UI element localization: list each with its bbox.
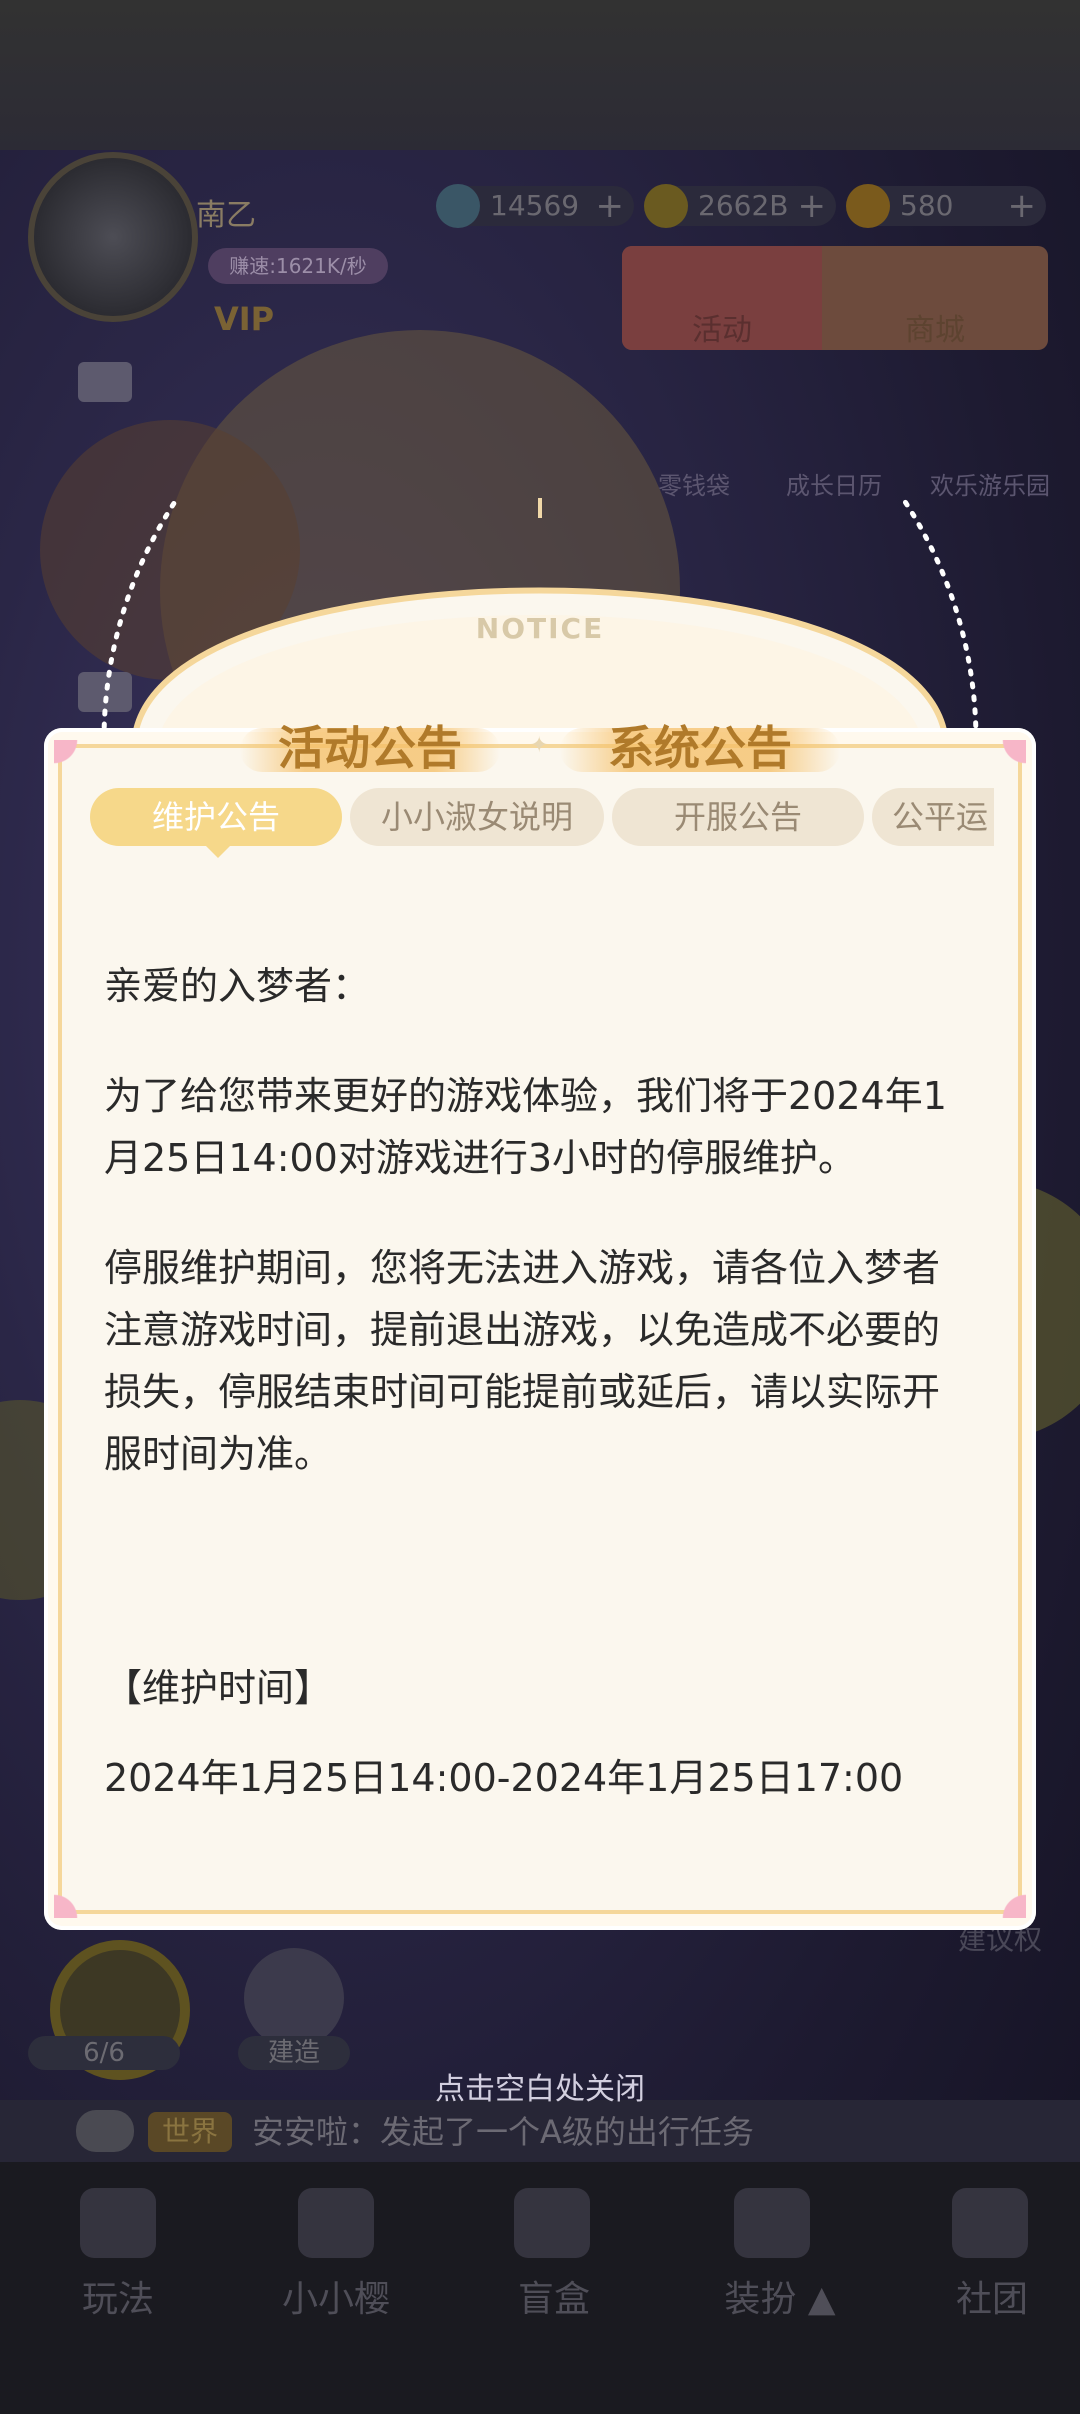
tab-activity-notice[interactable]: 活动公告 [240,712,500,784]
star-counter[interactable]: 580 + [846,184,1046,228]
add-star-icon[interactable]: + [1008,186,1037,226]
tab-label: 系统公告 [608,721,792,775]
hammer-icon[interactable] [244,1948,344,2048]
add-gem-icon[interactable]: + [596,186,625,226]
cup-icon [952,2188,1028,2258]
chat-bar[interactable]: 世界 安安啦：发起了一个A级的出行任务 [0,2100,1080,2162]
vip-badge[interactable]: VIP [214,300,274,338]
close-hint[interactable]: 点击空白处关闭 [0,2064,1080,2108]
tab-label: 活动公告 [278,721,462,775]
greeting: 亲爱的入梦者： [104,964,371,1008]
shortcut-calendar[interactable]: 成长日历 [786,466,882,501]
shortcut-wallet[interactable]: 零钱袋 [658,466,730,501]
paragraph-2: 停服维护期间，您将无法进入游戏，请各位入梦者注意游戏时间，提前退出游戏，以免造成… [104,1246,941,1476]
status-area [0,0,1080,150]
sakura-icon [298,2188,374,2258]
notice-content: 亲爱的入梦者： 为了给您带来更好的游戏体验，我们将于2024年1月25日14:0… [104,955,984,1809]
player-name: 南乙 [196,198,256,233]
sub-tab-fair-play[interactable]: 公平运 [872,788,994,846]
add-coin-icon[interactable]: + [798,186,827,226]
sub-tab-bar[interactable]: 维护公告 小小淑女说明 开服公告 公平运 [88,788,994,848]
coin-value: 2662B [698,189,789,222]
active-tab-pointer [206,846,230,858]
corner-decoration [986,1878,1026,1918]
nav-blind-box[interactable]: 盲盒 [474,2270,634,2322]
coin-counter[interactable]: 2662B + [644,184,836,228]
sub-tab-lady-guide[interactable]: 小小淑女说明 [350,788,604,846]
mail-icon[interactable] [78,362,132,402]
corner-decoration [54,1878,94,1918]
avatar[interactable] [28,152,198,322]
shortcut-park[interactable]: 欢乐游乐园 [930,466,1050,501]
star-value: 580 [900,189,954,222]
nav-sakura[interactable]: 小小樱 [256,2270,416,2322]
bottom-nav: 玩法 小小樱 盲盒 装扮 ▲ 社团 [0,2162,1080,2414]
chat-icon[interactable] [76,2110,134,2152]
corner-decoration [54,740,94,780]
chat-channel-tag: 世界 [148,2112,232,2152]
nav-club[interactable]: 社团 [912,2270,1072,2322]
maintenance-time: 2024年1月25日14:00-2024年1月25日17:00 [104,1756,904,1800]
corner-decoration [986,740,1026,780]
gem-counter[interactable]: 14569 + [436,184,634,228]
dress-up-icon [734,2188,810,2258]
tab-system-notice[interactable]: 系统公告 [560,712,840,784]
sub-tab-server-open[interactable]: 开服公告 [612,788,864,846]
nav-dress-up[interactable]: 装扮 ▲ [700,2270,860,2322]
sparkle-icon: ✦ [530,733,549,758]
blind-box-icon [514,2188,590,2258]
coin-icon [644,184,688,228]
gem-value: 14569 [490,189,580,222]
top-menu: 活动 商城 [622,246,1048,350]
nav-play[interactable]: 玩法 [38,2270,198,2322]
star-icon [846,184,890,228]
notice-title: NOTICE [475,612,605,645]
gem-icon [436,184,480,228]
maintenance-heading: 【维护时间】 [104,1666,333,1710]
earn-speed: 赚速:1621K/秒 [208,248,388,284]
play-icon [80,2188,156,2258]
sub-tab-maintenance[interactable]: 维护公告 [90,788,342,846]
paragraph-1: 为了给您带来更好的游戏体验，我们将于2024年1月25日14:00对游戏进行3小… [104,1074,947,1180]
chat-message: 安安啦：发起了一个A级的出行任务 [252,2113,754,2151]
shop-button[interactable]: 商城 [822,246,1048,350]
activity-button[interactable]: 活动 [622,246,822,350]
